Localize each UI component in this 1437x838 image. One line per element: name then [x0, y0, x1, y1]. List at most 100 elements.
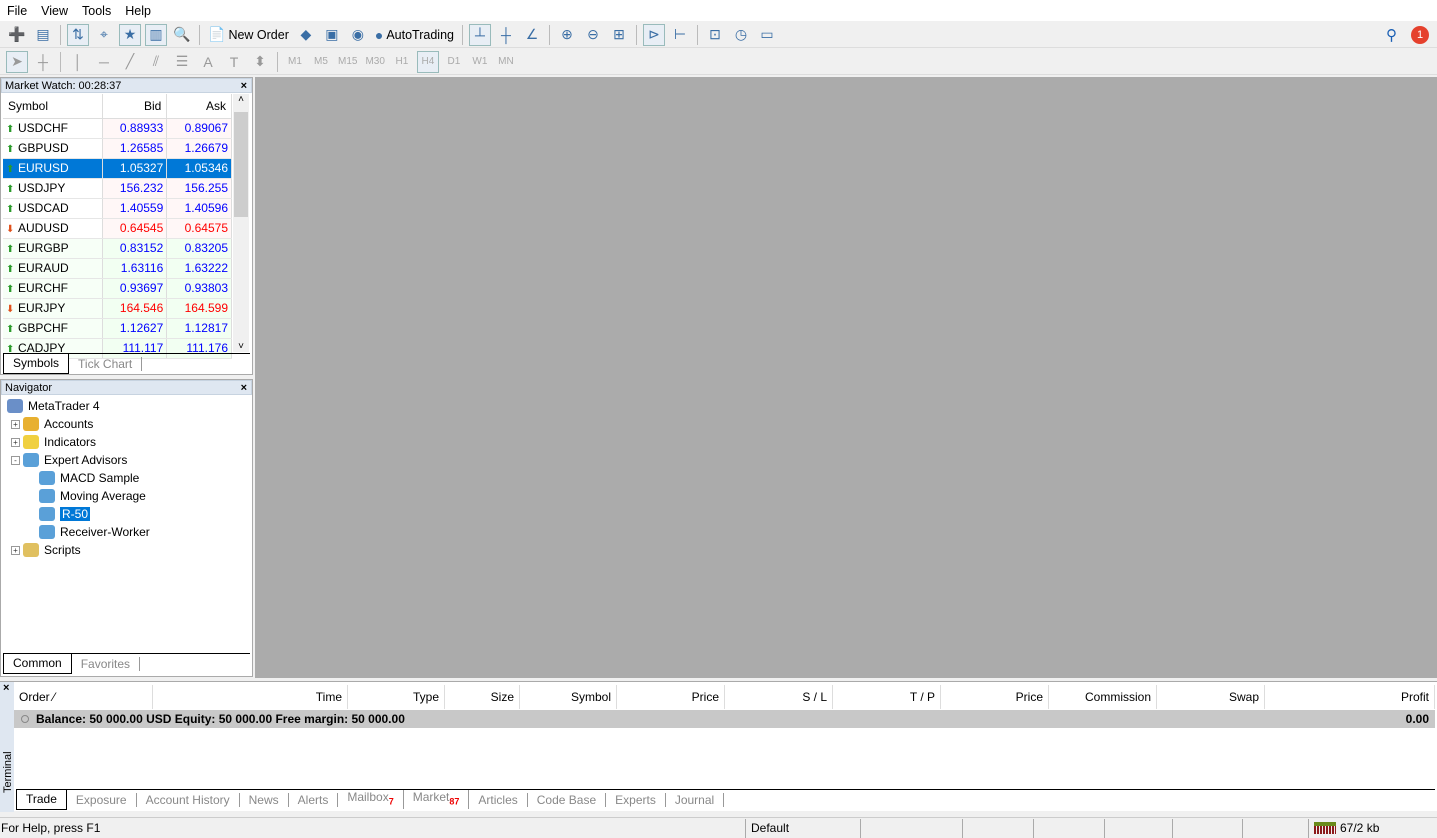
- tab-articles[interactable]: Articles: [469, 792, 528, 807]
- profiles-button[interactable]: ▤: [32, 24, 54, 46]
- horizontal-line-button[interactable]: ─: [93, 51, 115, 73]
- navigator-item[interactable]: - Expert Advisors: [11, 451, 127, 469]
- navigator-item[interactable]: MetaTrader 4: [7, 397, 100, 415]
- line-chart-button[interactable]: ∠: [521, 24, 543, 46]
- status-profile[interactable]: Default: [745, 818, 860, 838]
- scrollbar[interactable]: ˄ ˅: [233, 94, 249, 352]
- bar-chart-button[interactable]: ┴: [468, 23, 491, 46]
- trendline-button[interactable]: ╱: [119, 51, 141, 73]
- chart-shift-button[interactable]: ⊳: [642, 23, 665, 46]
- column-header[interactable]: Time: [153, 685, 348, 709]
- tab-common[interactable]: Common: [3, 653, 72, 674]
- tab-journal[interactable]: Journal: [666, 792, 725, 807]
- arrows-button[interactable]: ⬍: [249, 51, 271, 73]
- menu-view[interactable]: View: [34, 4, 75, 18]
- navigator-item[interactable]: + Scripts: [11, 541, 81, 559]
- navigator-item[interactable]: + Accounts: [11, 415, 93, 433]
- column-header-ask[interactable]: Ask: [166, 94, 232, 119]
- cursor-button[interactable]: ➤: [6, 50, 28, 73]
- column-header[interactable]: Profit: [1265, 685, 1435, 709]
- candlestick-button[interactable]: ┼: [495, 24, 517, 46]
- navigator-item[interactable]: Receiver-Worker: [39, 523, 150, 541]
- new-order-button[interactable]: 📄 New Order: [206, 24, 291, 46]
- templates-button[interactable]: ▭: [756, 24, 778, 46]
- period-w1-button[interactable]: W1: [469, 51, 491, 73]
- notifications-icon[interactable]: 1: [1411, 26, 1429, 44]
- data-window-button[interactable]: ⌖: [93, 24, 115, 46]
- text-label-button[interactable]: T: [223, 51, 245, 73]
- metaeditor-button[interactable]: ◆: [295, 24, 317, 46]
- navigator-button[interactable]: ★: [119, 23, 141, 46]
- period-d1-button[interactable]: D1: [443, 51, 465, 73]
- tab-mailbox[interactable]: Mailbox7: [338, 790, 404, 809]
- collapse-icon[interactable]: -: [11, 455, 20, 465]
- navigator-item[interactable]: Moving Average: [39, 487, 146, 505]
- expand-icon[interactable]: +: [11, 545, 20, 555]
- new-chart-button[interactable]: ➕: [6, 24, 28, 46]
- indicators-button[interactable]: ⊡: [704, 24, 726, 46]
- tab-tick-chart[interactable]: Tick Chart: [69, 356, 143, 371]
- symbol-row[interactable]: ⬆ USDCAD 1.40559 1.40596: [3, 198, 232, 219]
- symbol-row[interactable]: ⬆ EURCHF 0.93697 0.93803: [3, 278, 232, 299]
- column-header-symbol[interactable]: Symbol: [3, 94, 103, 119]
- period-m15-button[interactable]: M15: [336, 51, 359, 73]
- tab-alerts[interactable]: Alerts: [289, 792, 339, 807]
- tab-exposure[interactable]: Exposure: [67, 792, 137, 807]
- column-header[interactable]: Price: [941, 685, 1049, 709]
- symbol-row[interactable]: ⬆ GBPUSD 1.26585 1.26679: [3, 138, 232, 159]
- balance-row[interactable]: Balance: 50 000.00 USD Equity: 50 000.00…: [14, 710, 1435, 728]
- scroll-up-icon[interactable]: ˄: [233, 94, 249, 105]
- signals-button[interactable]: ◉: [347, 24, 369, 46]
- autoscroll-button[interactable]: ⊢: [669, 24, 691, 46]
- symbol-row[interactable]: ⬆ EURAUD 1.63116 1.63222: [3, 258, 232, 279]
- expand-icon[interactable]: +: [11, 419, 20, 429]
- symbol-row[interactable]: ⬆ USDJPY 156.232 156.255: [3, 178, 232, 199]
- menu-help[interactable]: Help: [118, 4, 158, 18]
- equidistant-channel-button[interactable]: ⫽: [145, 51, 167, 73]
- strategy-tester-button[interactable]: 🔍: [171, 24, 193, 46]
- column-header[interactable]: Order ⁄: [14, 685, 153, 709]
- column-header[interactable]: Price: [617, 685, 725, 709]
- text-button[interactable]: A: [197, 51, 219, 73]
- chart-area[interactable]: [255, 77, 1437, 678]
- symbol-row[interactable]: ⬆ EURUSD 1.05327 1.05346: [3, 158, 232, 179]
- column-header[interactable]: Symbol: [520, 685, 617, 709]
- periods-button[interactable]: ◷: [730, 24, 752, 46]
- crosshair-button[interactable]: ┼: [32, 51, 54, 73]
- tile-windows-button[interactable]: ⊞: [608, 24, 630, 46]
- symbol-row[interactable]: ⬆ GBPCHF 1.12627 1.12817: [3, 318, 232, 339]
- navigator-item[interactable]: R-50: [39, 505, 91, 523]
- tab-trade[interactable]: Trade: [16, 789, 67, 810]
- column-header[interactable]: Type: [348, 685, 445, 709]
- symbol-row[interactable]: ⬇ AUDUSD 0.64545 0.64575: [3, 218, 232, 239]
- period-mn-button[interactable]: MN: [495, 51, 517, 73]
- autotrading-button[interactable]: ● AutoTrading: [373, 24, 456, 46]
- column-header[interactable]: Size: [445, 685, 520, 709]
- tab-code-base[interactable]: Code Base: [528, 792, 607, 807]
- tab-market[interactable]: Market87: [404, 790, 470, 809]
- expand-icon[interactable]: +: [11, 437, 20, 447]
- tab-experts[interactable]: Experts: [606, 792, 666, 807]
- column-header[interactable]: Swap: [1157, 685, 1265, 709]
- zoom-out-button[interactable]: ⊖: [582, 24, 604, 46]
- options-button[interactable]: ▣: [321, 24, 343, 46]
- tab-favorites[interactable]: Favorites: [72, 656, 141, 671]
- terminal-button[interactable]: ▥: [145, 23, 167, 46]
- close-icon[interactable]: ×: [241, 381, 247, 396]
- column-header[interactable]: S / L: [725, 685, 833, 709]
- tab-news[interactable]: News: [240, 792, 289, 807]
- symbol-row[interactable]: ⬆ EURGBP 0.83152 0.83205: [3, 238, 232, 259]
- column-header[interactable]: T / P: [833, 685, 941, 709]
- tab-account-history[interactable]: Account History: [137, 792, 240, 807]
- vertical-line-button[interactable]: │: [67, 51, 89, 73]
- symbol-row[interactable]: ⬆ USDCHF 0.88933 0.89067: [3, 118, 232, 139]
- period-m1-button[interactable]: M1: [284, 51, 306, 73]
- search-icon[interactable]: ⚲: [1386, 26, 1397, 44]
- navigator-item[interactable]: MACD Sample: [39, 469, 139, 487]
- column-header-bid[interactable]: Bid: [102, 94, 168, 119]
- symbol-row[interactable]: ⬇ EURJPY 164.546 164.599: [3, 298, 232, 319]
- menu-file[interactable]: File: [0, 4, 34, 18]
- period-h4-button[interactable]: H4: [416, 50, 439, 73]
- period-h1-button[interactable]: H1: [391, 51, 413, 73]
- tab-symbols[interactable]: Symbols: [3, 353, 70, 374]
